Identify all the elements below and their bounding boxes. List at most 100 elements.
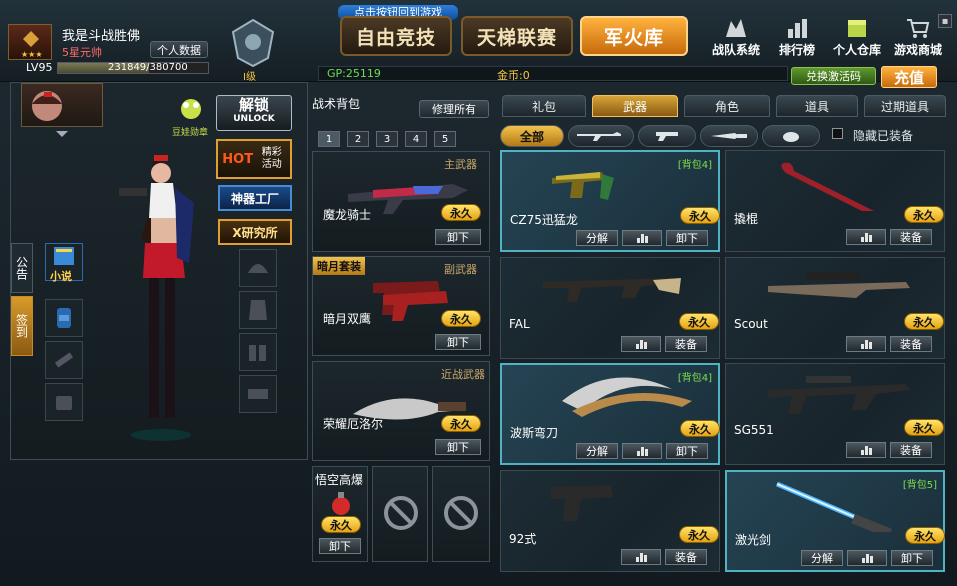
equip-button[interactable]: 装备 xyxy=(665,336,707,352)
unlock-button[interactable]: 解锁 UNLOCK xyxy=(216,95,292,131)
exp-text: 231849/380700 xyxy=(108,62,188,73)
weapon-card[interactable]: FAL 永久 装备 xyxy=(500,257,720,359)
redeem-code-button[interactable]: 兑换激活码 xyxy=(791,67,876,85)
weapon-card[interactable]: Scout 永久 装备 xyxy=(725,257,945,359)
gold-balance: 金币:0 xyxy=(497,69,530,82)
flashlight-slot[interactable] xyxy=(45,341,83,379)
primary-weapon-slot[interactable]: 主武器 魔龙骑士 永久 卸下 xyxy=(312,151,490,252)
equip-button[interactable]: 装备 xyxy=(890,442,932,458)
grenade-unequip-button[interactable]: 卸下 xyxy=(319,538,361,554)
weapon-card[interactable]: 92式 永久 装备 xyxy=(500,470,720,572)
dismantle-button[interactable]: 分解 xyxy=(801,550,843,566)
hot-sublabel: 精彩活动 xyxy=(261,147,282,170)
tab-items[interactable]: 道具 xyxy=(776,95,858,117)
stats-button[interactable] xyxy=(846,442,886,458)
grenade-slot[interactable]: 悟空高爆 永久 卸下 xyxy=(312,466,368,562)
repair-all-button[interactable]: 修理所有 xyxy=(419,100,489,118)
helmet-slot[interactable] xyxy=(239,249,277,287)
bar-chart-icon xyxy=(788,19,807,38)
secondary-weapon-slot[interactable]: 暗月套装 副武器 暗月双鹰 永久 卸下 xyxy=(312,256,490,356)
stats-button[interactable] xyxy=(621,549,661,565)
tab-check-in[interactable]: 签到 xyxy=(11,296,33,356)
frog-icon xyxy=(181,99,201,119)
unequip-button[interactable]: 卸下 xyxy=(666,443,708,459)
stats-button[interactable] xyxy=(846,229,886,245)
filter-melee[interactable] xyxy=(700,125,758,147)
tab-weapons[interactable]: 武器 xyxy=(592,95,678,117)
x-lab-button[interactable]: X研究所 xyxy=(218,219,292,245)
leaderboard-button[interactable]: 排行榜 xyxy=(773,8,821,58)
weapon-card[interactable]: [背包5] 激光剑 永久 分解 卸下 xyxy=(725,470,945,572)
prohibited-icon xyxy=(444,496,478,530)
primary-unequip-button[interactable]: 卸下 xyxy=(435,229,481,245)
pouch-slot[interactable] xyxy=(45,383,83,421)
stats-button[interactable] xyxy=(847,550,887,566)
novel-slot[interactable]: 小说 xyxy=(45,243,83,283)
equip-button[interactable]: 装备 xyxy=(890,229,932,245)
gear-slot[interactable] xyxy=(239,375,277,413)
filter-rifle[interactable] xyxy=(568,125,634,147)
weapon-card[interactable]: 撬棍 永久 装备 xyxy=(725,150,945,252)
filter-all[interactable]: 全部 xyxy=(500,125,564,147)
stats-button[interactable] xyxy=(622,230,662,246)
dismantle-button[interactable]: 分解 xyxy=(576,230,618,246)
stats-button[interactable] xyxy=(846,336,886,352)
tab-announcement[interactable]: 公告 xyxy=(11,243,33,293)
unequip-button[interactable]: 卸下 xyxy=(891,550,933,566)
grenade-icon xyxy=(332,492,350,515)
tab-gift-pack[interactable]: 礼包 xyxy=(502,95,586,117)
rank-title: 5星元帅 xyxy=(62,46,102,59)
chevron-down-icon[interactable] xyxy=(56,131,68,137)
equip-button[interactable]: 装备 xyxy=(890,336,932,352)
dismantle-button[interactable]: 分解 xyxy=(576,443,618,459)
recharge-button[interactable]: 充值 xyxy=(881,66,937,88)
ammo-icon xyxy=(249,345,266,361)
unequip-button[interactable]: 卸下 xyxy=(666,230,708,246)
hot-events-button[interactable]: HOT 精彩活动 xyxy=(216,139,292,179)
rank-insignia-icon: ★★★ xyxy=(8,24,52,60)
exp-bar: 231849/380700 xyxy=(57,62,209,74)
artifact-factory-button[interactable]: 神器工厂 xyxy=(218,185,292,211)
hide-equipped-checkbox[interactable] xyxy=(832,128,843,139)
stats-button[interactable] xyxy=(621,336,661,352)
filter-grenade[interactable] xyxy=(762,125,820,147)
empty-slot[interactable] xyxy=(372,466,428,562)
flag-icon xyxy=(726,19,746,37)
bag-page-2[interactable]: 2 xyxy=(347,131,369,147)
tab-expired[interactable]: 过期道具 xyxy=(864,95,946,117)
personal-warehouse-button[interactable]: 个人仓库 xyxy=(829,8,885,58)
bag-page-5[interactable]: 5 xyxy=(434,131,456,147)
stats-button[interactable] xyxy=(622,443,662,459)
vest-slot[interactable] xyxy=(239,291,277,329)
scroll-handle[interactable]: ▪ xyxy=(938,14,952,28)
cart-icon xyxy=(907,19,930,38)
backpack-slot[interactable] xyxy=(45,299,83,337)
empty-slot[interactable] xyxy=(432,466,490,562)
nav-free-match[interactable]: 自由竞技 xyxy=(340,16,452,56)
stats-icon xyxy=(861,553,873,563)
tactical-bag-title: 战术背包 xyxy=(312,97,361,111)
duration-badge: 永久 xyxy=(904,419,944,436)
bag-page-4[interactable]: 4 xyxy=(405,131,427,147)
equip-button[interactable]: 装备 xyxy=(665,549,707,565)
character-portrait[interactable] xyxy=(21,83,103,127)
weapon-name: CZ75迅猛龙 xyxy=(510,213,578,227)
ammo-slot[interactable] xyxy=(239,333,277,371)
badge-medal-button[interactable]: 豆娃勋章 xyxy=(171,95,211,138)
tab-characters[interactable]: 角色 xyxy=(684,95,770,117)
secondary-unequip-button[interactable]: 卸下 xyxy=(435,334,481,350)
weapon-image xyxy=(781,162,874,211)
melee-weapon-slot[interactable]: 近战武器 荣耀厄洛尔 永久 卸下 xyxy=(312,361,490,461)
weapon-card[interactable]: [背包4] 波斯弯刀 永久 分解 卸下 xyxy=(500,363,720,465)
duration-badge: 永久 xyxy=(904,313,944,330)
bag-page-1[interactable]: 1 xyxy=(318,131,340,147)
team-system-button[interactable]: 战队系统 xyxy=(708,8,764,58)
melee-unequip-button[interactable]: 卸下 xyxy=(435,439,481,455)
nav-armory[interactable]: 军火库 xyxy=(580,16,688,56)
weapon-card[interactable]: SG551 永久 装备 xyxy=(725,363,945,465)
profile-button[interactable]: 个人数据 xyxy=(150,41,208,58)
bag-page-3[interactable]: 3 xyxy=(376,131,398,147)
nav-ladder[interactable]: 天梯联赛 xyxy=(461,16,573,56)
weapon-card[interactable]: [背包4] CZ75迅猛龙 永久 分解 卸下 xyxy=(500,150,720,252)
filter-pistol[interactable] xyxy=(638,125,696,147)
